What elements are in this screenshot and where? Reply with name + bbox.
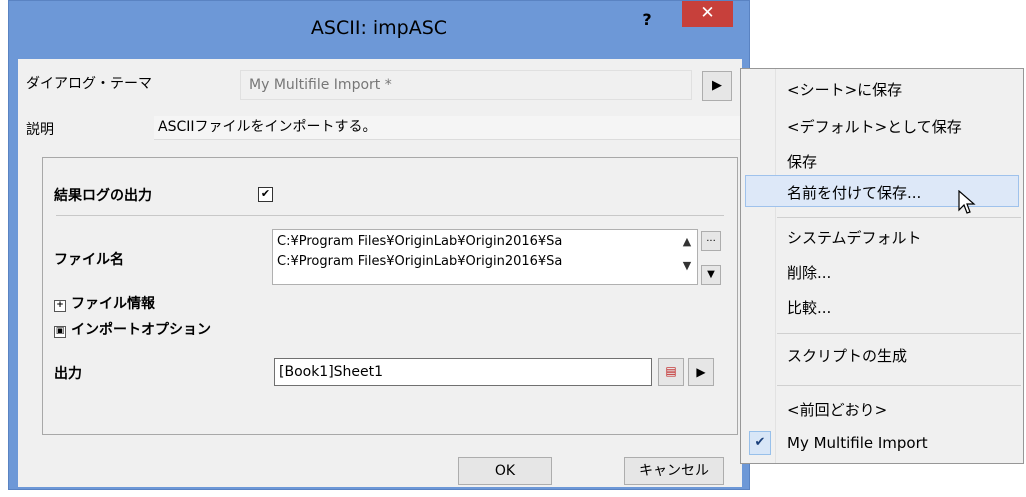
range-select-icon: ▤ (665, 364, 677, 378)
dialog-client-area: ダイアログ・テーマ My Multifile Import * ▶ 説明 ASC… (18, 59, 744, 487)
file-info-label: ファイル情報 (71, 296, 155, 312)
output-label: 出力 (54, 366, 82, 382)
checkmark-icon: ✔ (749, 431, 771, 455)
title-bar[interactable]: ASCII: impASC ? ✕ (9, 1, 749, 59)
menu-gutter (775, 69, 776, 463)
file-name-list[interactable]: C:¥Program Files¥OriginLab¥Origin2016¥Sa… (272, 229, 698, 285)
menu-item-save[interactable]: 保存 (787, 151, 817, 172)
close-button[interactable]: ✕ (682, 1, 733, 27)
menu-item-compare[interactable]: 比較... (787, 297, 831, 318)
ok-button[interactable]: OK (458, 457, 552, 485)
menu-item-my-multifile-import[interactable]: My Multifile Import (787, 434, 928, 452)
tree-item-import-options[interactable]: ▣ インポートオプション (54, 319, 211, 339)
help-button[interactable]: ? (637, 10, 657, 32)
cancel-button[interactable]: キャンセル (624, 457, 724, 485)
expand-plus-icon[interactable]: + (54, 300, 66, 312)
result-log-checkbox[interactable]: ✔ (258, 187, 273, 202)
scroll-up-icon[interactable]: ▲ (678, 233, 696, 251)
menu-divider (777, 333, 1021, 334)
menu-item-save-as-default[interactable]: <デフォルト>として保存 (787, 116, 962, 137)
menu-item-last-used[interactable]: <前回どおり> (787, 399, 887, 420)
description-field: ASCIIファイルをインポートする。 (154, 116, 744, 140)
check-icon: ✔ (260, 187, 271, 200)
menu-item-system-default[interactable]: システムデフォルト (787, 227, 922, 248)
expand-down-button[interactable]: ▼ (701, 265, 721, 285)
output-menu-button[interactable]: ▶ (688, 358, 714, 386)
menu-divider (777, 217, 1021, 218)
expand-grid-icon[interactable]: ▣ (54, 326, 66, 338)
file-entry[interactable]: C:¥Program Files¥OriginLab¥Origin2016¥Sa (277, 252, 693, 272)
play-arrow-icon: ▶ (696, 365, 706, 379)
output-field[interactable]: [Book1]Sheet1 (274, 358, 652, 386)
result-log-label: 結果ログの出力 (54, 188, 152, 204)
scroll-down-icon[interactable]: ▼ (678, 257, 696, 275)
mouse-pointer-icon (958, 190, 976, 214)
tree-item-file-info[interactable]: + ファイル情報 (54, 293, 155, 313)
theme-context-menu: <シート>に保存 <デフォルト>として保存 保存 名前を付けて保存... システ… (740, 68, 1024, 464)
menu-item-generate-script[interactable]: スクリプトの生成 (787, 345, 907, 366)
menu-item-delete[interactable]: 削除... (787, 262, 831, 283)
import-options-label: インポートオプション (71, 322, 211, 338)
description-label: 説明 (26, 122, 54, 138)
menu-item-save-as[interactable]: 名前を付けて保存... (787, 182, 921, 203)
file-entry[interactable]: C:¥Program Files¥OriginLab¥Origin2016¥Sa (277, 232, 693, 252)
select-range-button[interactable]: ▤ (658, 358, 684, 386)
theme-menu-button[interactable]: ▶ (702, 71, 732, 101)
browse-button[interactable]: ... (701, 231, 721, 251)
ascii-import-dialog: ASCII: impASC ? ✕ ダイアログ・テーマ My Multifile… (8, 0, 750, 490)
menu-item-save-to-sheet[interactable]: <シート>に保存 (787, 79, 902, 100)
theme-field[interactable]: My Multifile Import * (240, 70, 692, 100)
divider (56, 215, 724, 216)
chevron-down-icon: ▼ (707, 269, 715, 280)
menu-divider (777, 385, 1021, 386)
theme-label: ダイアログ・テーマ (26, 76, 152, 92)
file-name-label: ファイル名 (54, 252, 124, 268)
play-arrow-icon: ▶ (712, 78, 722, 93)
